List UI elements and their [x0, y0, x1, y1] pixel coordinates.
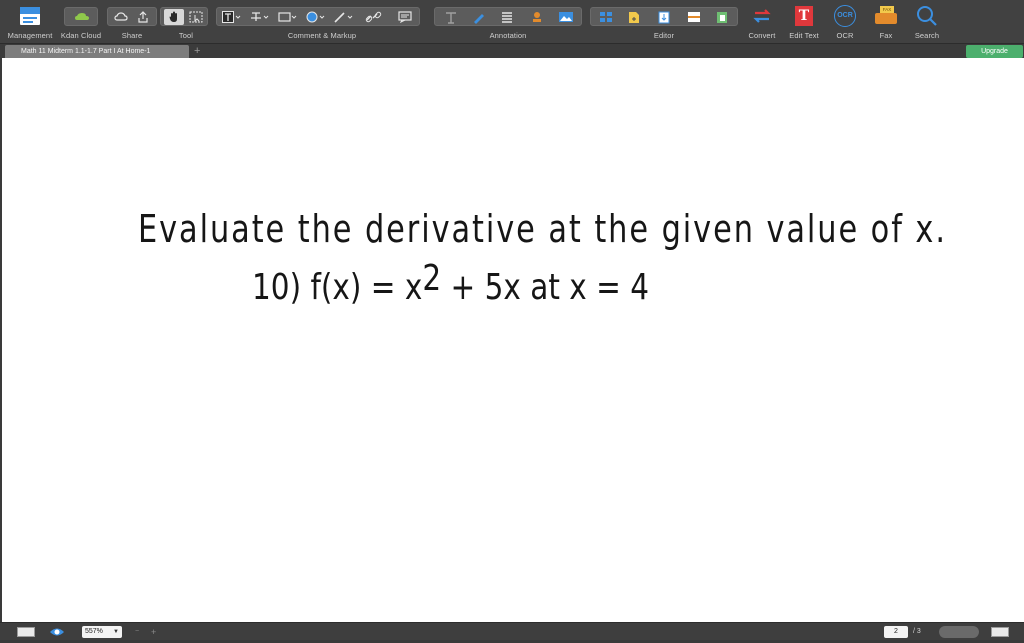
problem-suffix: + 5x at x = 4	[441, 267, 650, 308]
fax-label: Fax	[879, 31, 893, 40]
problem-prefix: 10) f(x) = x	[252, 267, 423, 308]
edit-text-label: Edit Text	[789, 31, 819, 40]
split-page-icon[interactable]	[683, 9, 705, 25]
page-slider[interactable]	[939, 626, 979, 638]
management-label: Management	[7, 31, 53, 40]
fax-paper: FAX	[880, 6, 894, 13]
upgrade-button[interactable]: Upgrade	[966, 45, 1023, 58]
tool-label: Tool	[178, 31, 194, 40]
convert-icon[interactable]	[750, 5, 774, 27]
zoom-select[interactable]: 557% ▼	[82, 626, 122, 638]
ocr-button[interactable]: OCR	[833, 5, 857, 27]
eye-icon[interactable]	[49, 626, 65, 638]
tool-group	[160, 7, 208, 26]
list-icon[interactable]	[497, 9, 517, 25]
image-icon[interactable]	[555, 9, 577, 25]
text-markup-icon[interactable]	[249, 9, 271, 25]
kdan-cloud-label: Kdan Cloud	[60, 31, 102, 40]
edit-text-icon: T	[795, 6, 813, 26]
fax-button[interactable]: FAX	[874, 5, 898, 27]
share-label: Share	[121, 31, 143, 40]
fax-body	[875, 13, 897, 24]
problem-instruction: Evaluate the derivative at the given val…	[138, 207, 947, 251]
stamp-icon[interactable]	[527, 9, 547, 25]
editor-group	[590, 7, 738, 26]
note-comment-icon[interactable]	[395, 9, 415, 25]
replace-page-icon[interactable]	[711, 9, 733, 25]
search-label: Search	[914, 31, 940, 40]
ocr-label: OCR	[836, 31, 854, 40]
ocr-icon: OCR	[834, 5, 856, 27]
edit-text-button[interactable]: T	[792, 5, 816, 27]
comment-markup-label: Comment & Markup	[287, 31, 357, 40]
highlighter-icon[interactable]	[469, 9, 489, 25]
rectangle-shape-icon[interactable]	[277, 9, 299, 25]
status-bar: 557% ▼ − + 2 / 3	[0, 622, 1024, 640]
pen-icon[interactable]	[333, 9, 355, 25]
thumbnail-view-icon[interactable]	[17, 627, 35, 637]
problem-statement: 10) f(x) = x2 + 5x at x = 4	[252, 258, 650, 308]
cloud-icon[interactable]	[113, 9, 129, 25]
tab-strip: Math 11 Midterm 1.1-1.7 Part I At Home-1…	[0, 43, 1024, 58]
chevron-down-icon: ▼	[113, 629, 119, 635]
convert-label: Convert	[748, 31, 776, 40]
fax-icon: FAX	[874, 6, 898, 26]
zoom-in-button[interactable]: +	[151, 626, 156, 638]
annotation-label: Annotation	[489, 31, 527, 40]
comment-markup-group	[216, 7, 420, 26]
typewriter-icon[interactable]	[441, 9, 461, 25]
color-picker-icon[interactable]	[305, 9, 327, 25]
editor-label: Editor	[653, 31, 675, 40]
link-icon[interactable]	[363, 9, 385, 25]
page-layout-icon[interactable]	[991, 627, 1009, 637]
zoom-value: 557%	[85, 628, 103, 635]
cloud-sync-icon	[73, 9, 91, 25]
hand-tool-icon[interactable]	[164, 9, 184, 25]
management-icon[interactable]	[18, 5, 42, 27]
document-page: Evaluate the derivative at the given val…	[0, 58, 1024, 622]
page-number-input[interactable]: 2	[884, 626, 908, 638]
main-toolbar: Management Kdan Cloud Share Tool Comment…	[0, 0, 1024, 43]
kdan-cloud-button[interactable]	[64, 7, 98, 26]
share-group	[107, 7, 157, 26]
text-box-icon[interactable]	[221, 9, 243, 25]
problem-exponent: 2	[422, 258, 442, 299]
share-icon[interactable]	[135, 9, 151, 25]
extract-page-icon[interactable]	[653, 9, 675, 25]
search-icon[interactable]	[915, 5, 939, 27]
document-tab[interactable]: Math 11 Midterm 1.1-1.7 Part I At Home-1	[5, 45, 189, 58]
total-pages: / 3	[913, 628, 921, 635]
insert-page-icon[interactable]	[623, 9, 645, 25]
select-tool-icon[interactable]	[186, 9, 206, 25]
annotation-group	[434, 7, 582, 26]
add-tab-icon[interactable]: +	[194, 44, 200, 58]
zoom-out-button[interactable]: −	[135, 626, 139, 638]
page-grid-icon[interactable]	[595, 9, 617, 25]
